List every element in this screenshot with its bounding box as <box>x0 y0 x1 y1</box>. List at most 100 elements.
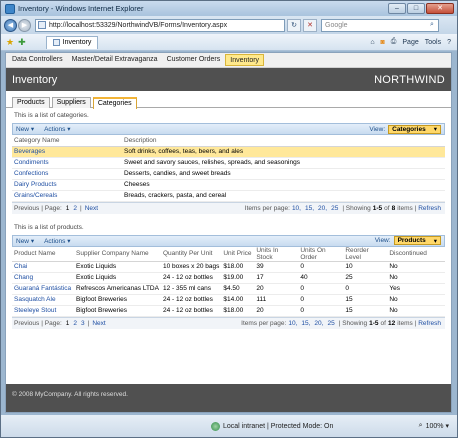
categories-new-button[interactable]: New ▾ <box>16 125 34 133</box>
category-name-link[interactable]: Beverages <box>12 146 122 158</box>
pager-next[interactable]: Next <box>85 205 98 212</box>
table-row[interactable]: Grains/Cereals Breads, crackers, pasta, … <box>12 190 445 202</box>
security-zone[interactable]: Local intranet | Protected Mode: On <box>211 421 334 431</box>
page-size-link[interactable]: 20, <box>318 205 327 212</box>
zoom-control[interactable]: ⌕ 100% ▾ <box>419 422 449 430</box>
pager-page-link[interactable]: 2 <box>73 205 77 212</box>
table-cell: Bigfoot Breweries <box>74 305 161 317</box>
table-row[interactable]: Guaraná Fantástica Refrescos Americanas … <box>12 283 445 295</box>
column-header[interactable]: Reorder Level <box>343 246 388 262</box>
page-size-link[interactable]: 10, <box>292 205 301 212</box>
favorites-star-icon[interactable]: ★ <box>6 37 14 48</box>
pager-page-link[interactable]: 2 <box>73 320 77 327</box>
product-name-link[interactable]: Steeleye Stout <box>12 305 74 317</box>
page-size-link[interactable]: 15, <box>301 320 310 327</box>
table-row[interactable]: Condiments Sweet and savory sauces, reli… <box>12 157 445 169</box>
product-name-link[interactable]: Sasquatch Ale <box>12 294 74 306</box>
column-header[interactable]: Supplier Company Name <box>74 246 161 262</box>
column-header[interactable]: Units In Stock <box>254 246 299 262</box>
table-cell: 0 <box>298 305 344 317</box>
stop-icon[interactable]: ✕ <box>303 18 317 32</box>
items-per-page-label: Items per page: <box>244 204 290 212</box>
showing-total: 8 <box>391 204 396 212</box>
zone-text: Local intranet | Protected Mode: On <box>223 422 334 430</box>
tab-products[interactable]: Products <box>12 97 50 108</box>
product-name-link[interactable]: Chai <box>12 261 74 273</box>
maximize-button[interactable]: □ <box>407 3 425 14</box>
menu-master-detail[interactable]: Master/Detail Extravaganza <box>68 54 162 66</box>
search-icon[interactable]: ⌕ <box>426 21 438 29</box>
categories-actions-button[interactable]: Actions ▾ <box>44 125 70 133</box>
menu-inventory[interactable]: Inventory <box>225 54 265 66</box>
help-icon[interactable]: ? <box>447 39 451 46</box>
showing-prefix: | Showing <box>342 204 371 212</box>
table-row[interactable]: Sasquatch Ale Bigfoot Breweries 24 - 12 … <box>12 294 445 306</box>
column-header[interactable]: Category Name <box>12 135 122 147</box>
minimize-button[interactable]: – <box>388 3 406 14</box>
showing-of: of <box>380 319 386 327</box>
menu-customer-orders[interactable]: Customer Orders <box>163 54 225 66</box>
page-size-link[interactable]: 15, <box>305 205 314 212</box>
category-name-link[interactable]: Grains/Cereals <box>12 190 122 202</box>
page-size-link[interactable]: 20, <box>314 320 323 327</box>
close-button[interactable]: ✕ <box>426 3 454 14</box>
table-row[interactable]: Chang Exotic Liquids 24 - 12 oz bottles … <box>12 272 445 284</box>
table-row[interactable]: Chai Exotic Liquids 10 boxes x 20 bags $… <box>12 261 445 273</box>
table-cell: 12 - 355 ml cans <box>160 283 222 295</box>
print-icon[interactable]: ⎙ <box>391 38 397 46</box>
showing-range: 1-5 <box>372 204 383 212</box>
table-row[interactable]: Steeleye Stout Bigfoot Breweries 24 - 12… <box>12 305 445 317</box>
table-cell: Breads, crackers, pasta, and cereal <box>122 190 445 202</box>
add-favorite-icon[interactable]: ✚ <box>18 37 26 48</box>
page-menu[interactable]: Page <box>402 39 418 46</box>
search-box[interactable]: Google ⌕ <box>321 18 439 32</box>
refresh-link[interactable]: Refresh <box>418 205 441 212</box>
table-cell: 0 <box>298 294 344 306</box>
table-row[interactable]: Confections Desserts, candies, and sweet… <box>12 168 445 180</box>
home-icon[interactable]: ⌂ <box>370 39 374 46</box>
tab-inventory[interactable]: Inventory <box>45 35 99 49</box>
pager-next[interactable]: Next <box>92 320 105 327</box>
back-button[interactable]: ◀ <box>4 18 17 32</box>
forward-button[interactable]: ▶ <box>18 18 31 32</box>
category-name-link[interactable]: Confections <box>12 168 122 180</box>
categories-table: Category Name Description Beverages Soft… <box>12 135 445 202</box>
categories-view-select[interactable]: Categories ▾ <box>388 124 441 134</box>
feeds-icon[interactable]: ◙ <box>381 39 385 46</box>
products-actions-button[interactable]: Actions ▾ <box>44 237 70 245</box>
showing-range: 1-5 <box>369 319 379 327</box>
refresh-link[interactable]: Refresh <box>418 320 441 327</box>
window-title: Inventory - Windows Internet Explorer <box>18 4 144 13</box>
product-name-link[interactable]: Chang <box>12 272 74 284</box>
pager-page-link[interactable]: 3 <box>81 320 85 327</box>
table-cell: $18.00 <box>221 305 255 317</box>
products-section: This is a list of products. New ▾ Action… <box>12 220 445 329</box>
column-header[interactable]: Description <box>122 135 445 147</box>
table-cell: $19.00 <box>221 272 255 284</box>
tab-categories[interactable]: Categories <box>92 97 137 109</box>
tools-menu[interactable]: Tools <box>425 39 441 46</box>
products-view-select[interactable]: Products ▾ <box>393 236 441 245</box>
pager-previous[interactable]: Previous <box>14 320 39 327</box>
address-bar[interactable]: http://localhost:53329/NorthwindVB/Forms… <box>35 18 285 32</box>
pager-previous[interactable]: Previous <box>14 205 39 212</box>
table-row[interactable]: Dairy Products Cheeses <box>12 179 445 191</box>
category-name-link[interactable]: Dairy Products <box>12 179 122 191</box>
categories-toolbar: New ▾ Actions ▾ View: Categories ▾ <box>12 123 445 135</box>
page-size-link[interactable]: 25 <box>327 320 334 327</box>
column-header[interactable]: Discontinued <box>387 246 445 262</box>
tab-suppliers[interactable]: Suppliers <box>51 97 91 108</box>
column-header[interactable]: Quantity Per Unit <box>160 246 222 262</box>
category-name-link[interactable]: Condiments <box>12 157 122 169</box>
page-size-link[interactable]: 10, <box>288 320 297 327</box>
product-name-link[interactable]: Guaraná Fantástica <box>12 283 74 295</box>
column-header[interactable]: Unit Price <box>221 246 255 262</box>
table-row[interactable]: Beverages Soft drinks, coffees, teas, be… <box>12 146 445 158</box>
refresh-icon[interactable]: ↻ <box>287 18 301 32</box>
products-new-button[interactable]: New ▾ <box>16 237 34 245</box>
column-header[interactable]: Units On Order <box>298 246 344 262</box>
menu-data-controllers[interactable]: Data Controllers <box>8 54 67 66</box>
page-size-link[interactable]: 25 <box>331 205 338 212</box>
column-header[interactable]: Product Name <box>12 246 74 262</box>
table-cell: No <box>387 261 445 273</box>
